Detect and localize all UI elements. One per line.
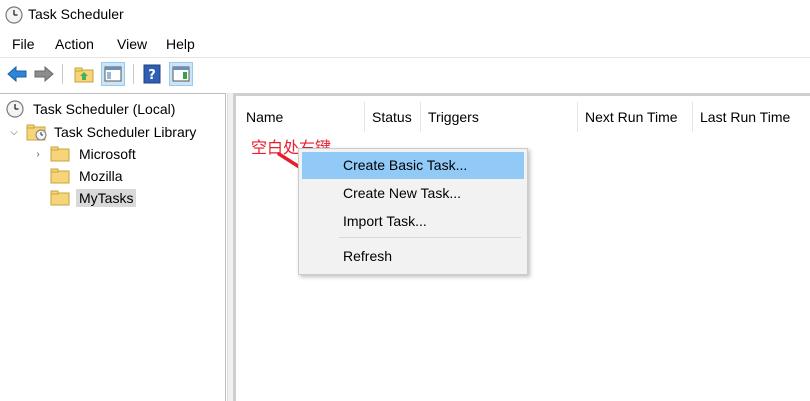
show-hide-console-tree-button[interactable] <box>101 62 125 86</box>
menu-separator <box>339 237 521 238</box>
show-hide-action-pane-button[interactable] <box>169 62 193 86</box>
column-triggers[interactable]: Triggers <box>421 102 578 132</box>
column-status[interactable]: Status <box>365 102 421 132</box>
tree-item-library[interactable]: ⌵ Task Scheduler Library <box>8 121 199 143</box>
menu-item-refresh[interactable]: Refresh <box>302 243 524 270</box>
action-pane-icon <box>172 66 190 82</box>
context-menu: Create Basic Task... Create New Task... … <box>298 148 528 275</box>
console-tree: Task Scheduler (Local) ⌵ Task Scheduler … <box>0 93 226 401</box>
forward-arrow-icon <box>34 65 54 83</box>
tree-item-root[interactable]: Task Scheduler (Local) <box>6 98 178 120</box>
tree-item-mytasks[interactable]: MyTasks <box>50 187 137 209</box>
toolbar-separator <box>62 64 63 84</box>
help-icon: ? <box>143 64 161 84</box>
menu-bar: File Action View Help <box>0 32 810 56</box>
menu-view[interactable]: View <box>117 36 147 52</box>
column-header: Name Status Triggers Next Run Time Last … <box>236 102 810 132</box>
help-button[interactable]: ? <box>140 62 164 86</box>
console-tree-icon <box>104 66 122 82</box>
folder-icon <box>50 190 70 206</box>
title-bar: Task Scheduler <box>0 0 810 30</box>
folder-up-icon <box>74 67 94 83</box>
menu-action[interactable]: Action <box>55 36 94 52</box>
tree-item-microsoft[interactable]: › Microsoft <box>32 143 139 165</box>
tree-label: Task Scheduler (Local) <box>33 101 176 117</box>
menu-item-import-task[interactable]: Import Task... <box>302 208 524 235</box>
folder-icon <box>50 168 70 184</box>
window-title: Task Scheduler <box>28 6 124 22</box>
folder-icon <box>50 146 70 162</box>
tree-label: Microsoft <box>79 146 136 162</box>
toolbar: ? <box>0 57 810 91</box>
clock-icon <box>6 100 24 118</box>
chevron-right-icon[interactable]: › <box>32 149 44 160</box>
chevron-down-icon[interactable]: ⌵ <box>8 127 20 138</box>
back-arrow-icon <box>7 65 27 83</box>
tree-label: Mozilla <box>79 168 123 184</box>
column-next-run-time[interactable]: Next Run Time <box>578 102 693 132</box>
menu-item-create-new-task[interactable]: Create New Task... <box>302 180 524 207</box>
clock-icon <box>5 6 23 24</box>
column-last-run-time[interactable]: Last Run Time <box>693 102 810 132</box>
menu-file[interactable]: File <box>12 36 35 52</box>
tree-label: MyTasks <box>76 189 137 207</box>
tree-label: Task Scheduler Library <box>54 124 197 140</box>
menu-item-create-basic-task[interactable]: Create Basic Task... <box>302 152 524 179</box>
svg-text:?: ? <box>148 68 156 83</box>
toolbar-separator <box>133 64 134 84</box>
forward-button[interactable] <box>32 62 56 86</box>
column-name[interactable]: Name <box>239 102 365 132</box>
tree-item-mozilla[interactable]: Mozilla <box>50 165 126 187</box>
back-button[interactable] <box>5 62 29 86</box>
menu-help[interactable]: Help <box>166 36 195 52</box>
up-folder-button[interactable] <box>72 62 96 86</box>
folder-clock-icon <box>26 124 47 141</box>
